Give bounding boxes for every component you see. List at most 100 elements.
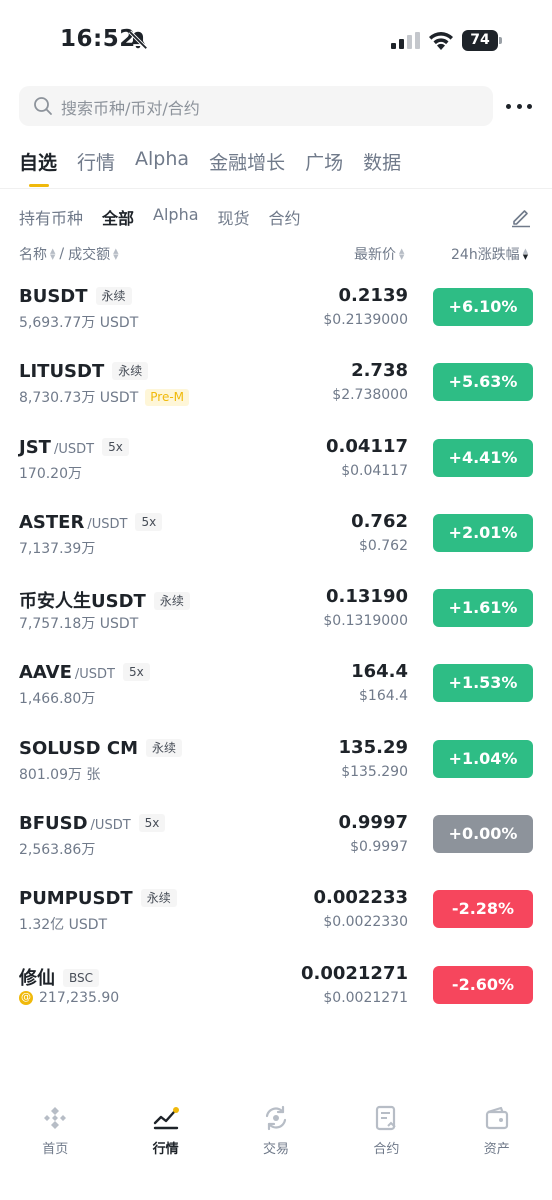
symbol-quote: /USDT	[90, 818, 131, 834]
symbol-name: PUMPUSDT	[19, 888, 133, 910]
symbol: PUMPUSDT 永续	[19, 888, 177, 909]
more-options-button[interactable]	[506, 94, 532, 118]
subtab-futures[interactable]: 合约	[269, 205, 301, 229]
change-badge[interactable]: +0.00%	[433, 815, 533, 854]
market-row[interactable]: 修仙 BSC @ 217,235.90 0.0021271 $0.0021271…	[0, 948, 552, 1023]
tab-earn-growth[interactable]: 金融增长	[209, 148, 285, 188]
last-price: 0.002233	[313, 887, 408, 909]
battery-indicator: 74	[462, 30, 502, 51]
sort-icon: ▲ ▼	[399, 247, 405, 261]
change-badge[interactable]: -2.60%	[433, 965, 533, 1004]
status-bar: 16:52 74	[0, 0, 552, 80]
tab-favorites[interactable]: 自选	[19, 148, 57, 188]
fiat-price: $164.4	[359, 688, 408, 705]
search-placeholder: 搜索币种/币对/合约	[61, 99, 200, 118]
subtab-holdings[interactable]: 持有币种	[19, 205, 83, 229]
contract-tag: 永续	[146, 738, 183, 757]
nav-futures[interactable]: 合约	[331, 1090, 441, 1170]
symbol-name: SOLUSD CM	[19, 737, 139, 759]
fiat-price: $0.0021271	[323, 989, 408, 1006]
volume-value: 170.20万	[19, 465, 82, 482]
last-price: 0.0021271	[300, 962, 408, 984]
symbol: 修仙 BSC	[19, 964, 100, 990]
last-price: 0.2139	[338, 285, 408, 306]
search-icon	[34, 97, 52, 115]
market-row[interactable]: BUSDT 永续 5,693.77万 USDT 0.2139 $0.213900…	[0, 270, 552, 345]
symbol-quote: /USDT	[53, 441, 95, 457]
change-badge[interactable]: +5.63%	[433, 363, 533, 402]
symbol-name: LITUSDT	[19, 361, 105, 383]
volume: @ 217,235.90	[19, 990, 119, 1006]
signal-icon	[391, 32, 420, 49]
fiat-price: $0.2139000	[323, 312, 408, 328]
tab-data[interactable]: 数据	[363, 148, 401, 188]
market-list: BUSDT 永续 5,693.77万 USDT 0.2139 $0.213900…	[0, 270, 552, 1023]
volume: 5,693.77万 USDT	[19, 312, 138, 332]
edit-icon[interactable]	[510, 206, 532, 228]
change-badge[interactable]: +1.61%	[433, 589, 533, 628]
subtab-all[interactable]: 全部	[102, 205, 134, 229]
nav-markets[interactable]: 行情	[110, 1090, 220, 1170]
market-row[interactable]: AAVE /USDT 5x 1,466.80万 164.4 $164.4 +1.…	[0, 646, 552, 721]
symbol: BUSDT 永续	[19, 286, 132, 307]
column-header-price[interactable]: 最新价 ▲ ▼	[354, 244, 404, 264]
change-badge[interactable]: +6.10%	[433, 288, 533, 326]
market-row[interactable]: ASTER /USDT 5x 7,137.39万 0.762 $0.762 +2…	[0, 496, 552, 571]
volume: 170.20万	[19, 463, 82, 483]
leverage-tag: 5x	[138, 814, 166, 833]
symbol-quote: /USDT	[87, 516, 128, 532]
search-input[interactable]: 搜索币种/币对/合约	[19, 86, 493, 126]
market-row[interactable]: PUMPUSDT 永续 1.32亿 USDT 0.002233 $0.00223…	[0, 872, 552, 947]
subtab-spot[interactable]: 现货	[218, 205, 250, 229]
volume-value: 2,563.86万	[19, 842, 96, 859]
volume-value: 7,757.18万 USDT	[19, 616, 139, 633]
column-header-change[interactable]: 24h涨跌幅 ▲ ▼	[451, 244, 528, 264]
alpha-coin-icon: @	[19, 990, 33, 1005]
change-badge[interactable]: -2.28%	[433, 890, 533, 929]
nav-label: 首页	[42, 1142, 69, 1157]
last-price: 135.29	[338, 736, 408, 758]
sort-icon: ▲ ▼	[113, 247, 119, 261]
change-badge[interactable]: +1.04%	[433, 739, 533, 778]
trade-icon	[265, 1105, 287, 1131]
nav-home[interactable]: 首页	[0, 1090, 110, 1170]
tabs-divider	[0, 188, 552, 189]
fiat-price: $2.738000	[332, 387, 408, 404]
volume: 1.32亿 USDT	[19, 914, 107, 934]
symbol-name: BFUSD	[19, 813, 88, 835]
market-row[interactable]: JST /USDT 5x 170.20万 0.04117 $0.04117 +4…	[0, 421, 552, 496]
leverage-tag: 5x	[122, 663, 150, 682]
fiat-price: $0.1319000	[323, 613, 408, 630]
header-price-label: 最新价	[354, 247, 396, 263]
market-row[interactable]: BFUSD /USDT 5x 2,563.86万 0.9997 $0.9997 …	[0, 797, 552, 872]
symbol: SOLUSD CM 永续	[19, 737, 183, 759]
wallet-icon	[485, 1106, 508, 1130]
market-row[interactable]: SOLUSD CM 永续 801.09万 张 135.29 $135.290 +…	[0, 722, 552, 797]
column-header-name[interactable]: 名称 ▲ ▼ / 成交额 ▲ ▼	[19, 244, 119, 264]
nav-label: 资产	[483, 1142, 510, 1157]
futures-icon	[376, 1105, 397, 1131]
nav-assets[interactable]: 资产	[442, 1090, 552, 1170]
status-time: 16:52	[60, 26, 136, 52]
market-row[interactable]: LITUSDT 永续 8,730.73万 USDT Pre-M 2.738 $2…	[0, 345, 552, 420]
subtab-alpha[interactable]: Alpha	[153, 205, 199, 229]
tab-markets[interactable]: 行情	[77, 148, 115, 188]
volume-value: 5,693.77万 USDT	[19, 315, 139, 331]
header-separator: /	[59, 246, 65, 262]
market-row[interactable]: 币安人生USDT 永续 7,757.18万 USDT 0.13190 $0.13…	[0, 571, 552, 646]
symbol-name: BUSDT	[19, 286, 88, 307]
symbol-name: 币安人生USDT	[19, 591, 146, 613]
change-badge[interactable]: +2.01%	[433, 513, 533, 552]
change-badge[interactable]: +1.53%	[433, 664, 533, 703]
battery-tip	[499, 37, 502, 44]
tab-alpha[interactable]: Alpha	[135, 148, 189, 188]
tab-square[interactable]: 广场	[305, 148, 343, 188]
last-price: 0.04117	[326, 435, 408, 457]
volume-value: 217,235.90	[39, 989, 120, 1006]
last-price: 0.9997	[338, 812, 408, 834]
nav-trade[interactable]: 交易	[221, 1090, 331, 1170]
header-name-label: 名称	[19, 247, 47, 263]
dot-icon	[527, 103, 532, 109]
change-badge[interactable]: +4.41%	[433, 438, 533, 477]
contract-tag: 永续	[95, 287, 132, 305]
